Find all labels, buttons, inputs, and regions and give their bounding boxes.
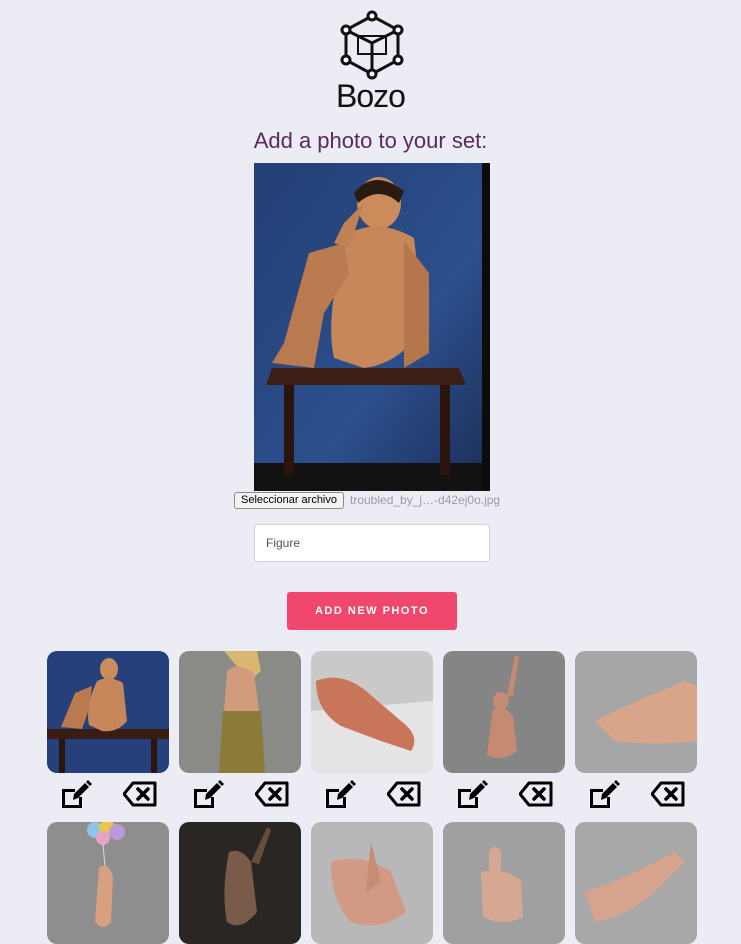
photo-card [179, 822, 301, 944]
edit-icon[interactable] [323, 777, 357, 811]
photo-card [443, 651, 565, 808]
page-heading: Add a photo to your set: [253, 128, 488, 153]
choose-file-button[interactable]: Seleccionar archivo [234, 491, 344, 509]
file-picker: Seleccionar archivo troubled_by_j…-d42ej… [234, 491, 500, 509]
add-new-photo-button[interactable]: ADD NEW PHOTO [287, 592, 457, 630]
photo-card [575, 651, 697, 808]
selected-file-name: troubled_by_j…-d42ej0o.jpg [350, 493, 501, 507]
photo-thumbnail[interactable] [311, 651, 433, 773]
photo-card [311, 651, 433, 808]
delete-icon[interactable] [123, 781, 157, 807]
delete-icon[interactable] [387, 781, 421, 807]
photo-thumbnail[interactable] [575, 822, 697, 944]
photo-thumbnail[interactable] [47, 822, 169, 944]
photo-card [575, 822, 697, 944]
photo-thumbnail[interactable] [311, 822, 433, 944]
edit-icon[interactable] [191, 777, 225, 811]
category-input[interactable] [254, 524, 490, 562]
photo-card [443, 822, 565, 944]
photo-thumbnail[interactable] [443, 822, 565, 944]
delete-icon[interactable] [255, 781, 289, 807]
photo-card [47, 651, 169, 808]
photo-preview [254, 163, 490, 491]
photo-thumbnail[interactable] [575, 651, 697, 773]
delete-icon[interactable] [651, 781, 685, 807]
photo-card [311, 822, 433, 944]
edit-icon[interactable] [455, 777, 489, 811]
photo-card [179, 651, 301, 808]
photo-thumbnail[interactable] [179, 651, 301, 773]
photo-thumbnail[interactable] [443, 651, 565, 773]
edit-icon[interactable] [587, 777, 621, 811]
brand-name: Bozo [336, 78, 406, 114]
cube-network-icon [340, 10, 404, 80]
edit-icon[interactable] [59, 777, 93, 811]
photo-card [47, 822, 169, 944]
delete-icon[interactable] [519, 781, 553, 807]
photo-thumbnail[interactable] [47, 651, 169, 773]
photo-thumbnail[interactable] [179, 822, 301, 944]
